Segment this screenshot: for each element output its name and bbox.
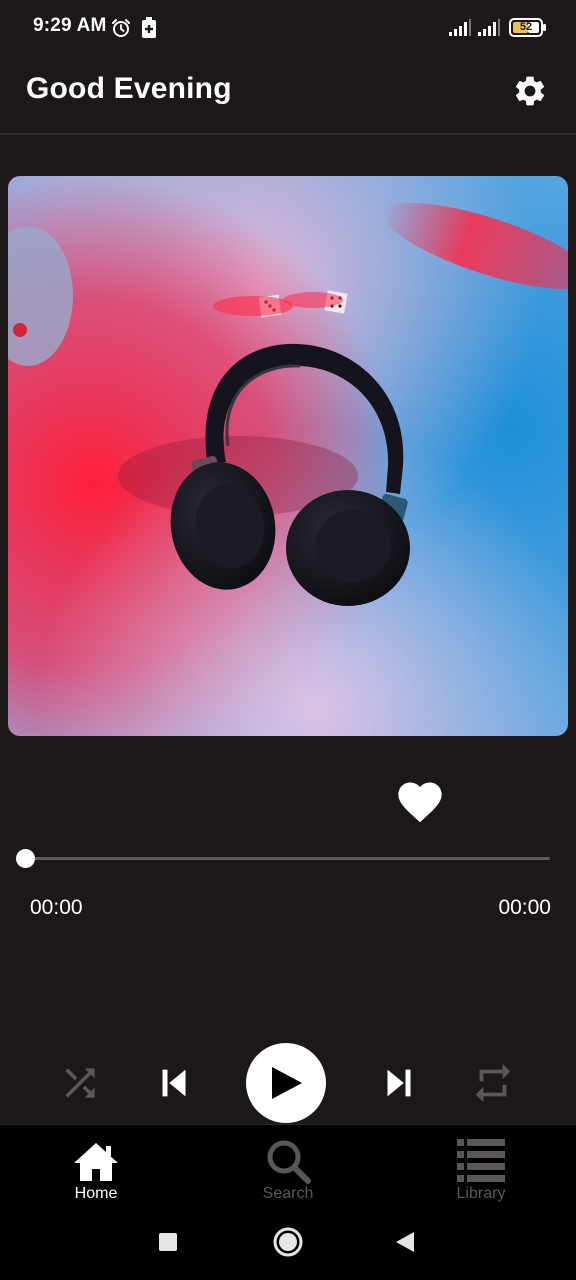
- signal-icon: [449, 19, 471, 36]
- nav-label-search: Search: [262, 1185, 314, 1202]
- home-system-button[interactable]: [272, 1226, 304, 1258]
- total-time: 00:00: [498, 896, 551, 919]
- bottom-nav: Home Search Library: [0, 1124, 576, 1211]
- search-icon: [267, 1140, 311, 1184]
- heart-icon: [398, 782, 442, 823]
- gear-icon: [515, 76, 545, 106]
- system-navigation-bar: [0, 1210, 576, 1280]
- signal-icon-secondary: [478, 19, 500, 36]
- shuffle-button[interactable]: [58, 1061, 102, 1105]
- album-art-image: [8, 176, 568, 736]
- alarm-icon: [112, 19, 130, 37]
- progress-track[interactable]: [26, 857, 550, 860]
- back-triangle-icon: [396, 1232, 414, 1252]
- progress-thumb[interactable]: [16, 849, 35, 868]
- back-button[interactable]: [394, 1230, 416, 1254]
- repeat-icon: [475, 1063, 511, 1103]
- circle-icon: [273, 1227, 303, 1257]
- library-icon: [457, 1139, 505, 1182]
- nav-item-search[interactable]: Search: [228, 1125, 348, 1211]
- shuffle-icon: [65, 1068, 95, 1098]
- home-icon: [74, 1143, 118, 1181]
- next-button[interactable]: [376, 1060, 422, 1106]
- header: Good Evening: [0, 56, 576, 134]
- status-bar: 9:29 AM 52: [0, 0, 576, 56]
- skip-next-icon: [387, 1069, 411, 1097]
- music-player-screen: 9:29 AM 52 Good Evening 00:00 00:00 Home…: [0, 0, 576, 1280]
- recents-button[interactable]: [158, 1232, 178, 1252]
- status-time: 9:29 AM: [33, 15, 107, 36]
- nav-label-home: Home: [74, 1185, 118, 1202]
- settings-button[interactable]: [512, 73, 548, 109]
- battery-level: 52: [519, 21, 533, 33]
- nav-label-library: Library: [456, 1185, 506, 1202]
- nav-item-home[interactable]: Home: [36, 1125, 156, 1211]
- like-button[interactable]: [394, 776, 446, 828]
- battery-saver-icon: [142, 17, 156, 38]
- repeat-button[interactable]: [470, 1060, 516, 1106]
- album-art: [8, 176, 568, 736]
- page-title: Good Evening: [26, 72, 232, 105]
- square-icon: [159, 1233, 177, 1251]
- current-time: 00:00: [30, 896, 83, 919]
- play-icon: [272, 1067, 302, 1099]
- header-divider: [0, 133, 576, 135]
- play-button[interactable]: [246, 1043, 326, 1123]
- previous-button[interactable]: [151, 1060, 197, 1106]
- skip-previous-icon: [162, 1069, 186, 1097]
- nav-item-library[interactable]: Library: [421, 1125, 541, 1211]
